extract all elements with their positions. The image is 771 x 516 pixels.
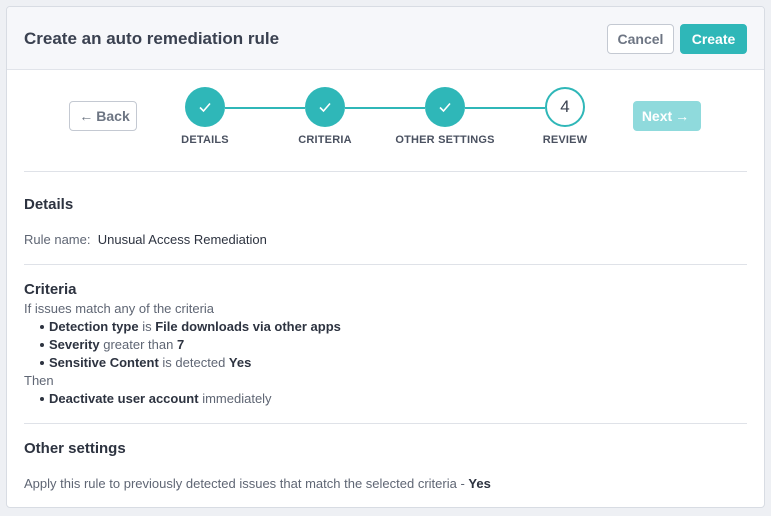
criteria-section-title: Criteria: [24, 281, 77, 298]
criteria-item: Detection type is File downloads via oth…: [40, 319, 341, 334]
action-timing: immediately: [202, 391, 272, 406]
criteria-value: Yes: [228, 355, 252, 370]
modal-title: Create an auto remediation rule: [24, 29, 280, 48]
criteria-item: Sensitive Content is detected Yes: [39, 355, 252, 370]
criteria-field: Severity: [49, 337, 100, 352]
criteria-intro: If issues match any of the criteria: [24, 301, 215, 316]
criteria-item: Severity greater than 7: [39, 337, 185, 352]
details-section-title: Details: [24, 196, 74, 213]
criteria-operator: is detected: [162, 355, 226, 370]
step-connector: [345, 107, 425, 109]
step-criteria-label: CRITERIA: [298, 134, 352, 146]
step-review-circle[interactable]: 4: [545, 87, 585, 127]
criteria-field: Sensitive Content: [49, 355, 159, 370]
apply-previous-row: Apply this rule to previously detected i…: [24, 476, 491, 491]
criteria-operator: is: [142, 319, 152, 334]
divider: [24, 423, 747, 424]
criteria-value: 7: [176, 337, 185, 352]
step-other-settings-label: OTHER SETTINGS: [395, 134, 495, 146]
criteria-value: File downloads via other apps: [155, 319, 341, 334]
rule-name-value: Unusual Access Remediation: [97, 232, 267, 247]
criteria-operator: greater than: [103, 337, 174, 352]
step-connector: [225, 107, 305, 109]
action-name: Deactivate user account: [49, 391, 199, 406]
step-details-label: DETAILS: [181, 134, 229, 146]
rule-name-row: Rule name: Unusual Access Remediation: [24, 232, 267, 247]
divider: [24, 171, 747, 172]
cancel-button[interactable]: Cancel: [607, 24, 674, 54]
step-review-label: REVIEW: [542, 134, 588, 146]
step-other-settings-circle[interactable]: [425, 87, 465, 127]
next-button-label: Next: [641, 108, 673, 124]
rule-name-label: Rule name:: [24, 232, 91, 247]
check-icon: [319, 102, 331, 113]
step-details-circle[interactable]: [185, 87, 225, 127]
next-button[interactable]: Next →: [633, 101, 701, 131]
check-icon: [199, 102, 211, 113]
arrow-right-icon: →: [675, 108, 690, 124]
then-label: Then: [24, 373, 54, 388]
apply-previous-value: Yes: [468, 476, 491, 491]
remediation-rule-modal: Create an auto remediation rule Cancel C…: [6, 6, 765, 508]
action-item: Deactivate user account immediately: [40, 391, 272, 406]
apply-previous-text: Apply this rule to previously detected i…: [24, 476, 465, 491]
other-settings-section-title: Other settings: [24, 440, 126, 457]
step-criteria-circle[interactable]: [305, 87, 345, 127]
criteria-field: Detection type: [49, 319, 139, 334]
create-button[interactable]: Create: [680, 24, 747, 54]
step-connector: [465, 107, 545, 109]
check-icon: [439, 102, 451, 113]
modal-header: Create an auto remediation rule Cancel C…: [7, 7, 764, 70]
divider: [24, 264, 747, 265]
